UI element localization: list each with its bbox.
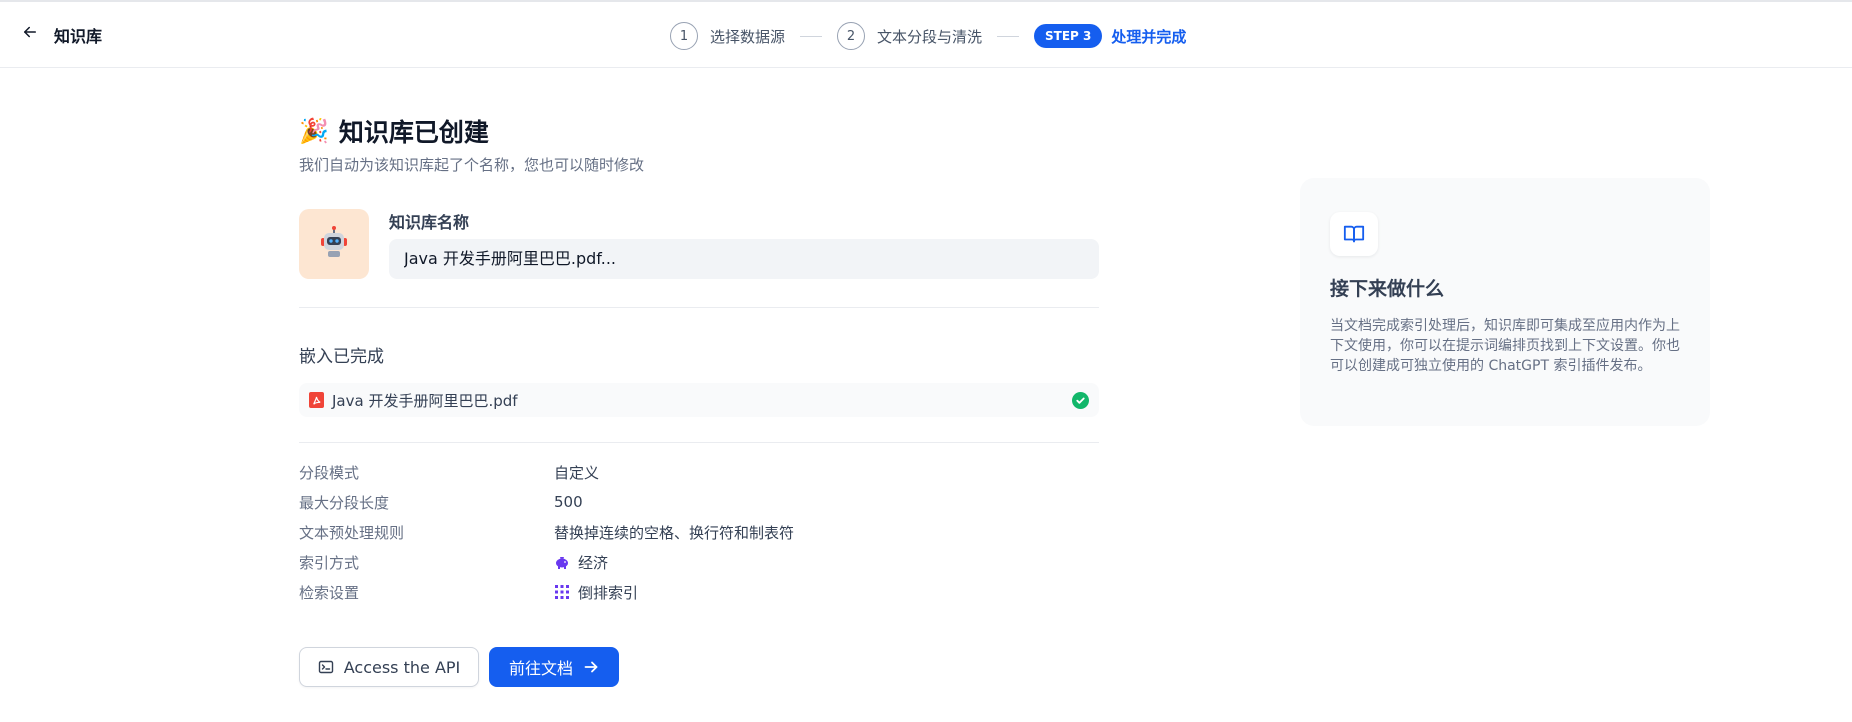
name-label: 知识库名称 bbox=[389, 213, 470, 232]
access-api-label: Access the API bbox=[343, 657, 461, 677]
meta-row-preprocess-rules: 文本预处理规则 替换掉连续的空格、换行符和制表符 bbox=[299, 517, 1099, 547]
step-separator bbox=[800, 35, 823, 37]
meta-value: 经济 bbox=[578, 553, 609, 572]
meta-row-max-length: 最大分段长度 500 bbox=[299, 487, 1099, 517]
go-to-document-label: 前往文档 bbox=[508, 659, 573, 678]
step-1-label: 选择数据源 bbox=[710, 27, 786, 46]
access-api-button[interactable]: Access the API bbox=[299, 647, 479, 687]
next-steps-card: 接下来做什么 当文档完成索引处理后，知识库即可集成至应用内作为上下文使用，你可以… bbox=[1300, 178, 1710, 426]
main-content: 🎉 知识库已创建 我们自动为该知识库起了个名称，您也可以随时修改 知识库名称 J… bbox=[299, 112, 1099, 687]
meta-value: 500 bbox=[554, 493, 583, 511]
page-title: 知识库已创建 bbox=[338, 118, 489, 147]
meta-key: 索引方式 bbox=[299, 553, 360, 572]
meta-value: 自定义 bbox=[554, 463, 600, 482]
meta-key: 文本预处理规则 bbox=[299, 523, 405, 542]
file-name: Java 开发手册阿里巴巴.pdf bbox=[332, 391, 518, 410]
arrow-left-icon bbox=[21, 23, 39, 45]
divider bbox=[299, 307, 1099, 308]
step-1-number: 1 bbox=[670, 22, 698, 50]
step-indicator: 1 选择数据源 2 文本分段与清洗 STEP 3 处理并完成 bbox=[670, 22, 1186, 50]
meta-value: 倒排索引 bbox=[578, 583, 639, 602]
header-title: 知识库 bbox=[54, 27, 103, 46]
robot-avatar[interactable] bbox=[299, 209, 369, 279]
step-separator bbox=[997, 35, 1020, 37]
step-2-number: 2 bbox=[837, 22, 866, 50]
back-button[interactable] bbox=[18, 22, 42, 46]
terminal-icon bbox=[318, 659, 334, 675]
meta-key: 最大分段长度 bbox=[299, 493, 390, 512]
party-popper-icon: 🎉 bbox=[299, 117, 329, 145]
meta-value-wrap: 经济 bbox=[554, 552, 608, 573]
go-to-document-button[interactable]: 前往文档 bbox=[489, 647, 619, 687]
step-3-pill: STEP 3 bbox=[1034, 24, 1103, 48]
top-header: 知识库 1 选择数据源 2 文本分段与清洗 STEP 3 处理并完成 bbox=[0, 0, 1852, 68]
robot-icon bbox=[316, 224, 352, 264]
card-title: 接下来做什么 bbox=[1330, 278, 1445, 300]
step-1: 1 选择数据源 bbox=[670, 22, 785, 50]
step-3: STEP 3 处理并完成 bbox=[1034, 24, 1186, 48]
knowledge-name-block: 知识库名称 bbox=[299, 209, 1099, 281]
piggy-bank-icon bbox=[554, 554, 570, 570]
title-row: 🎉 知识库已创建 bbox=[299, 112, 1099, 150]
meta-value: 替换掉连续的空格、换行符和制表符 bbox=[554, 523, 795, 542]
step-2-label: 文本分段与清洗 bbox=[877, 27, 983, 46]
pdf-file-icon bbox=[309, 392, 324, 408]
embed-status-title: 嵌入已完成 bbox=[299, 347, 384, 367]
step-2: 2 文本分段与清洗 bbox=[837, 22, 982, 50]
divider bbox=[299, 442, 1099, 443]
arrow-right-icon bbox=[583, 659, 599, 675]
meta-row-index-mode: 索引方式 经济 bbox=[299, 547, 1099, 577]
book-open-icon bbox=[1330, 212, 1378, 256]
knowledge-name-input[interactable] bbox=[389, 239, 1099, 279]
page-subtitle: 我们自动为该知识库起了个名称，您也可以随时修改 bbox=[299, 156, 645, 174]
meta-value-wrap: 倒排索引 bbox=[554, 582, 638, 603]
meta-key: 检索设置 bbox=[299, 583, 360, 602]
meta-key: 分段模式 bbox=[299, 463, 360, 482]
card-description: 当文档完成索引处理后，知识库即可集成至应用内作为上下文使用，你可以在提示词编排页… bbox=[1330, 318, 1680, 374]
action-buttons: Access the API 前往文档 bbox=[299, 647, 1099, 687]
file-row: Java 开发手册阿里巴巴.pdf bbox=[299, 383, 1099, 417]
step-3-label: 处理并完成 bbox=[1111, 27, 1187, 46]
meta-row-segment-mode: 分段模式 自定义 bbox=[299, 457, 1099, 487]
check-circle-icon bbox=[1072, 391, 1089, 409]
grid-dots-icon bbox=[554, 584, 570, 600]
meta-row-retrieval: 检索设置 倒排索引 bbox=[299, 577, 1099, 607]
settings-summary: 分段模式 自定义 最大分段长度 500 文本预处理规则 替换掉连续的空格、换行符… bbox=[299, 457, 1099, 607]
